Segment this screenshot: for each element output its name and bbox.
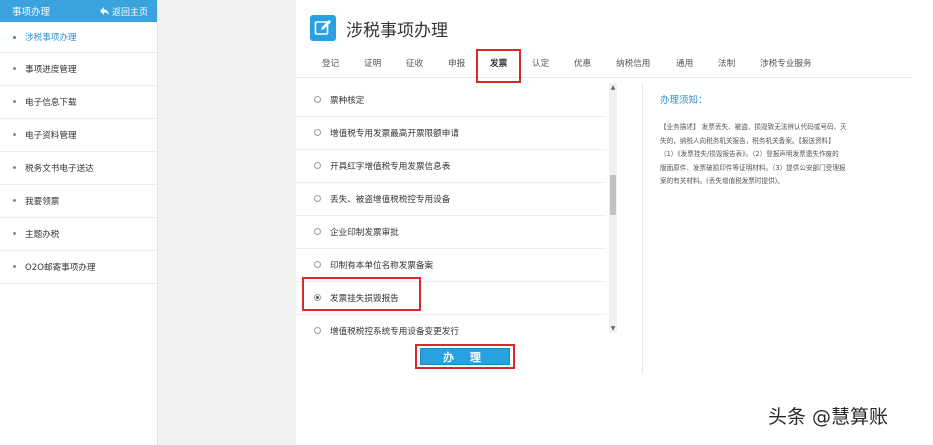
list-scrollbar[interactable]: ▲ ▼ xyxy=(609,83,617,333)
list-item[interactable]: 丢失、被盗增值税税控专用设备 xyxy=(296,182,606,216)
radio-button[interactable] xyxy=(314,195,321,202)
notice-line: （1）《发票挂失/损毁报告表》。（2）登报声明发票遗失作废的 xyxy=(660,150,839,158)
sidebar-item-label: 我要领票 xyxy=(25,197,60,207)
sidebar-item-label: 涉税事项办理 xyxy=(25,33,77,43)
notice-line: 【业务描述】 发票丢失、被盗、损毁致无法辨认代码或号码、灭 xyxy=(660,123,847,131)
radio-button[interactable] xyxy=(314,96,321,103)
sidebar-item-tax-matters[interactable]: 涉税事项办理 xyxy=(0,22,157,53)
list-item[interactable]: 企业印制发票审批 xyxy=(296,215,606,249)
submit-button[interactable]: 办 理 xyxy=(420,348,510,365)
tab-professional-service[interactable]: 涉税专业服务 xyxy=(760,52,812,77)
list-item-label: 丢失、被盗增值税税控专用设备 xyxy=(330,194,451,205)
notice-panel: 办理须知： 【业务描述】 发票丢失、被盗、损毁致无法辨认代码或号码、灭 失的，纳… xyxy=(660,92,916,189)
tab-bar: 登记 证明 征收 申报 发票 认定 优惠 纳税信用 通用 法制 涉税专业服务 xyxy=(296,52,912,78)
back-arrow-icon xyxy=(99,7,109,15)
notice-title: 办理须知： xyxy=(660,95,708,106)
watermark-text: 头条 @慧算账 xyxy=(768,406,889,428)
sidebar-item-label: O2O邮寄事项办理 xyxy=(25,263,96,273)
sidebar-header: 事项办理 返回主页 xyxy=(0,0,157,22)
panel-divider xyxy=(642,84,643,374)
tab-declaration[interactable]: 申报 xyxy=(448,52,465,77)
edit-icon xyxy=(310,15,336,41)
sidebar-item-progress[interactable]: 事项进度管理 xyxy=(0,53,157,86)
item-highlight-box xyxy=(302,277,421,311)
sidebar-item-label: 电子信息下载 xyxy=(25,98,77,108)
list-item-label: 企业印制发票审批 xyxy=(330,227,399,238)
sidebar-item-label: 事项进度管理 xyxy=(25,65,77,75)
notice-line: 版面原件、发票破损印件等证明材料。（3）提供公安部门受理报 xyxy=(660,163,846,172)
list-item-label: 票种核定 xyxy=(330,95,365,106)
notice-line: 失的，纳税人向税务机关报告，税务机关备案。【报送资料】 xyxy=(660,136,835,145)
radio-button[interactable] xyxy=(314,162,321,169)
radio-button[interactable] xyxy=(314,327,321,334)
notice-body: 【业务描述】 发票丢失、被盗、损毁致无法辨认代码或号码、灭 失的，纳税人向税务机… xyxy=(660,121,916,189)
list-item[interactable]: 增值税税控系统专用设备变更发行 xyxy=(296,314,606,336)
page-title-text: 涉税事项办理 xyxy=(346,20,448,41)
notice-line: 案的有关材料。(丢失增值税发票时提供)。 xyxy=(660,177,784,185)
list-item-label: 印制有本单位名称发票备案 xyxy=(330,260,434,271)
sidebar-item-label: 主题办税 xyxy=(25,230,60,240)
scroll-thumb[interactable] xyxy=(610,175,616,215)
sidebar-item-o2o-mail[interactable]: O2O邮寄事项办理 xyxy=(0,251,157,284)
tab-preferential[interactable]: 优惠 xyxy=(574,52,591,77)
list-item[interactable]: 开具红字增值税专用发票信息表 xyxy=(296,149,606,183)
radio-button[interactable] xyxy=(314,129,321,136)
sidebar-item-theme-tax[interactable]: 主题办税 xyxy=(0,218,157,251)
radio-button[interactable] xyxy=(314,228,321,235)
list-item[interactable]: 增值税专用发票最高开票限额申请 xyxy=(296,116,606,150)
sidebar-item-download[interactable]: 电子信息下载 xyxy=(0,86,157,119)
list-item-label: 开具红字增值税专用发票信息表 xyxy=(330,161,451,172)
back-home-label: 返回主页 xyxy=(111,7,148,18)
page-title: 涉税事项办理 xyxy=(310,15,448,41)
sidebar-item-documents[interactable]: 税务文书电子送达 xyxy=(0,152,157,185)
sidebar-item-invoice-claim[interactable]: 我要领票 xyxy=(0,185,157,218)
tab-credit[interactable]: 纳税信用 xyxy=(616,52,650,77)
tab-general[interactable]: 通用 xyxy=(676,52,693,77)
list-item[interactable]: 票种核定 xyxy=(296,83,606,117)
sidebar: 事项办理 返回主页 涉税事项办理 事项进度管理 电子信息下载 电子资料管理 税务… xyxy=(0,0,158,445)
radio-button[interactable] xyxy=(314,261,321,268)
tab-highlight-box xyxy=(476,49,521,83)
scroll-up-arrow-icon[interactable]: ▲ xyxy=(609,83,617,92)
sidebar-item-label: 税务文书电子送达 xyxy=(25,164,94,174)
tab-certificate[interactable]: 证明 xyxy=(364,52,381,77)
back-home-link[interactable]: 返回主页 xyxy=(99,5,148,18)
sidebar-title: 事项办理 xyxy=(12,7,51,18)
tab-legal[interactable]: 法制 xyxy=(718,52,735,77)
tab-identification[interactable]: 认定 xyxy=(532,52,549,77)
tab-register[interactable]: 登记 xyxy=(322,52,339,77)
tab-collection[interactable]: 征收 xyxy=(406,52,423,77)
sidebar-item-materials[interactable]: 电子资料管理 xyxy=(0,119,157,152)
list-item-label: 增值税税控系统专用设备变更发行 xyxy=(330,326,459,337)
scroll-down-arrow-icon[interactable]: ▼ xyxy=(609,324,617,333)
main-panel: 涉税事项办理 登记 证明 征收 申报 发票 认定 优惠 纳税信用 通用 法制 涉… xyxy=(296,0,933,445)
sidebar-item-label: 电子资料管理 xyxy=(25,131,77,141)
list-item-label: 增值税专用发票最高开票限额申请 xyxy=(330,128,459,139)
